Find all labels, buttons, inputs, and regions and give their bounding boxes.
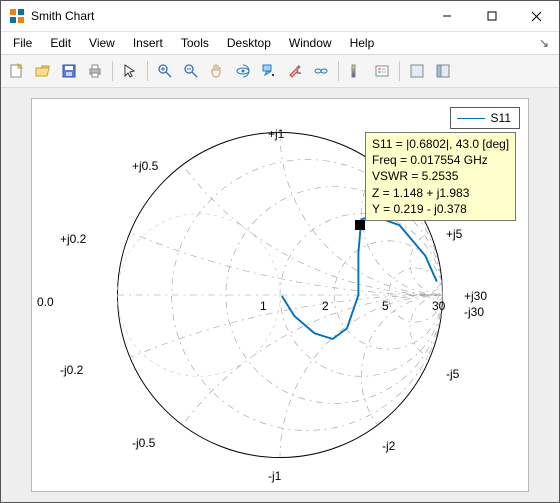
datatip-marker[interactable]: [355, 220, 365, 230]
menu-view[interactable]: View: [81, 34, 123, 52]
legend[interactable]: S11: [450, 107, 520, 129]
open-button[interactable]: [31, 59, 55, 83]
label-pj5: +j5: [446, 227, 462, 241]
figure-canvas[interactable]: 0.0 1 2 5 30 +j0.2 -j0.2 +j0.5 -j0.5 +j1…: [1, 88, 559, 502]
toolbar-separator: [399, 61, 400, 81]
legend-button[interactable]: [370, 59, 394, 83]
label-r1: 1: [260, 299, 267, 313]
legend-label-s11: S11: [491, 111, 511, 125]
label-r5: 5: [382, 299, 389, 313]
datatip-line: Freq = 0.017554 GHz: [372, 152, 509, 168]
pointer-button[interactable]: [118, 59, 142, 83]
hide-plot-tools-button[interactable]: [405, 59, 429, 83]
datatip-line: Z = 1.148 + j1.983: [372, 185, 509, 201]
label-nj2: -j2: [382, 439, 395, 453]
maximize-button[interactable]: [469, 2, 514, 31]
label-pj05: +j0.5: [132, 159, 158, 173]
label-nj30: -j30: [464, 305, 484, 319]
label-r2: 2: [322, 299, 329, 313]
menu-file[interactable]: File: [5, 34, 40, 52]
label-nj05: -j0.5: [132, 436, 155, 450]
zoom-in-button[interactable]: [153, 59, 177, 83]
label-pj1: +j1: [268, 127, 284, 141]
label-nj1: -j1: [268, 469, 281, 483]
label-pj02: +j0.2: [60, 232, 86, 246]
titlebar: Smith Chart: [1, 1, 559, 32]
pan-button[interactable]: [205, 59, 229, 83]
label-zero: 0.0: [37, 295, 54, 309]
axes[interactable]: 0.0 1 2 5 30 +j0.2 -j0.2 +j0.5 -j0.5 +j1…: [31, 98, 529, 492]
toolbar: [1, 54, 559, 88]
close-button[interactable]: [514, 2, 559, 31]
menu-desktop[interactable]: Desktop: [219, 34, 279, 52]
save-button[interactable]: [57, 59, 81, 83]
menu-help[interactable]: Help: [342, 34, 383, 52]
datatip[interactable]: S11 = |0.6802|, 43.0 [deg] Freq = 0.0175…: [365, 132, 516, 221]
print-button[interactable]: [83, 59, 107, 83]
datatip-line: S11 = |0.6802|, 43.0 [deg]: [372, 136, 509, 152]
minimize-button[interactable]: [424, 2, 469, 31]
app-window: Smith Chart File Edit View Insert Tools …: [0, 0, 560, 503]
zoom-out-button[interactable]: [179, 59, 203, 83]
menu-insert[interactable]: Insert: [125, 34, 171, 52]
legend-swatch-s11: [457, 118, 485, 119]
new-figure-button[interactable]: [5, 59, 29, 83]
show-plot-tools-button[interactable]: [431, 59, 455, 83]
label-r30: 30: [432, 299, 445, 313]
dock-icon[interactable]: ↘: [539, 36, 555, 50]
window-title: Smith Chart: [31, 9, 94, 23]
menu-window[interactable]: Window: [281, 34, 340, 52]
brush-button[interactable]: [283, 59, 307, 83]
menu-edit[interactable]: Edit: [42, 34, 79, 52]
colorbar-button[interactable]: [344, 59, 368, 83]
toolbar-separator: [338, 61, 339, 81]
label-pj30: +j30: [464, 289, 487, 303]
rotate3d-button[interactable]: [231, 59, 255, 83]
menu-tools[interactable]: Tools: [173, 34, 217, 52]
datatip-button[interactable]: [257, 59, 281, 83]
label-nj02: -j0.2: [60, 363, 83, 377]
app-logo-icon: [9, 8, 25, 24]
toolbar-separator: [147, 61, 148, 81]
toolbar-separator: [112, 61, 113, 81]
menubar: File Edit View Insert Tools Desktop Wind…: [1, 32, 559, 54]
link-data-button[interactable]: [309, 59, 333, 83]
label-nj5: -j5: [446, 367, 459, 381]
datatip-line: VSWR = 5.2535: [372, 168, 509, 184]
datatip-line: Y = 0.219 - j0.378: [372, 201, 509, 217]
